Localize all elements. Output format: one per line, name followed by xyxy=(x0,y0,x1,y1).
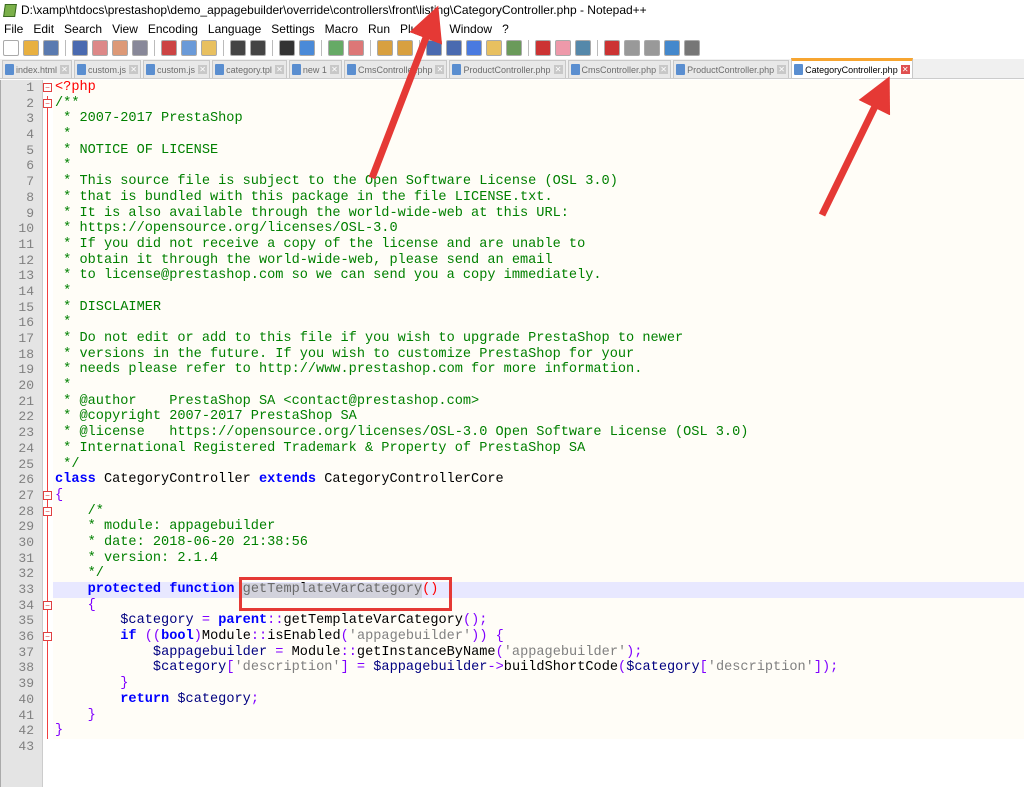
arrow-to-title xyxy=(368,5,443,180)
annotation-arrows xyxy=(368,5,891,217)
arrow-to-active-tab xyxy=(818,76,891,217)
